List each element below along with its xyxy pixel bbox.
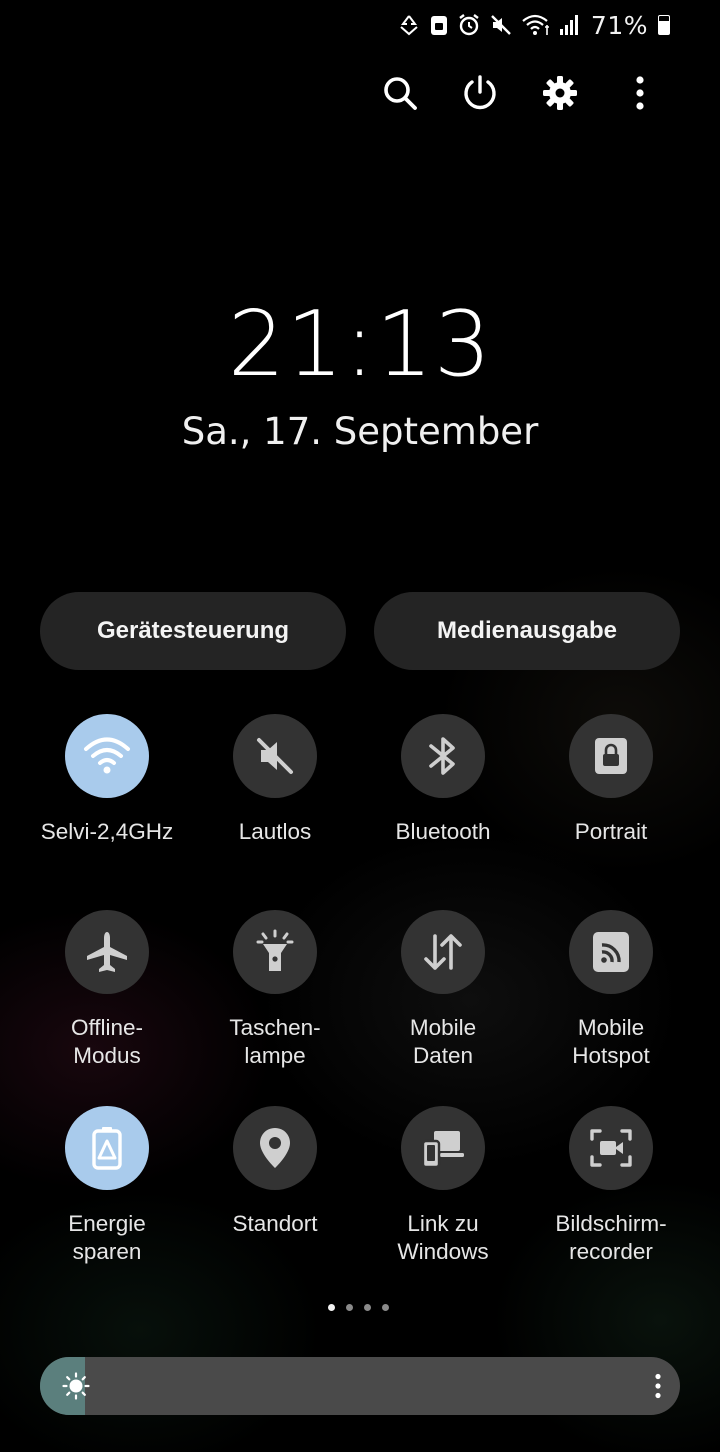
alarm-icon <box>459 14 479 36</box>
tile-portrait-label: Portrait <box>574 819 648 844</box>
tile-mute-button[interactable] <box>233 714 317 798</box>
sync-icon <box>400 15 418 36</box>
sun-icon <box>62 1372 90 1400</box>
tile-wifi-label: Selvi-2,4GHz <box>40 819 174 844</box>
brightness-more-icon[interactable] <box>654 1373 662 1399</box>
page-indicator[interactable] <box>328 1304 389 1311</box>
tile-mute-label: Lautlos <box>238 819 312 844</box>
hotspot-icon <box>593 932 629 972</box>
tile-flashlight-label: Taschen- lampe <box>229 1015 321 1068</box>
page-dot-4[interactable] <box>382 1304 389 1311</box>
power-button[interactable] <box>457 70 503 116</box>
tile-screen-recorder-button[interactable] <box>569 1106 653 1190</box>
tile-hotspot-label: Mobile Hotspot <box>572 1015 650 1068</box>
search-icon <box>384 77 417 110</box>
tile-power-saving-button[interactable] <box>65 1106 149 1190</box>
tile-mobile-data-label: Mobile Daten <box>409 1015 477 1068</box>
airplane-icon <box>87 932 127 972</box>
power-saving-icon <box>92 1127 122 1170</box>
tile-wifi[interactable]: Selvi-2,4GHz <box>23 714 191 846</box>
rotation-lock-icon <box>595 738 627 774</box>
mute-icon <box>491 15 511 35</box>
tile-hotspot[interactable]: Mobile Hotspot <box>527 910 695 1070</box>
wifi-icon <box>84 737 130 774</box>
tile-mobile-data-button[interactable] <box>401 910 485 994</box>
tile-location-button[interactable] <box>233 1106 317 1190</box>
tile-power-saving[interactable]: Energie sparen <box>23 1106 191 1266</box>
tile-power-saving-label: Energie sparen <box>68 1211 146 1264</box>
link-to-windows-icon <box>421 1131 464 1169</box>
screen-recorder-icon <box>590 1129 632 1167</box>
status-bar: 71% <box>397 8 670 42</box>
mobile-data-icon <box>424 934 462 970</box>
settings-button[interactable] <box>537 70 583 116</box>
tile-airplane-button[interactable] <box>65 910 149 994</box>
tile-mute[interactable]: Lautlos <box>191 714 359 846</box>
settings-icon <box>543 76 577 110</box>
media-output-button[interactable]: Medienausgabe <box>374 592 680 670</box>
page-dot-1[interactable] <box>328 1304 335 1311</box>
battery-percent: 71% <box>590 10 648 40</box>
tile-portrait-button[interactable] <box>569 714 653 798</box>
tile-mobile-data[interactable]: Mobile Daten <box>359 910 527 1070</box>
tile-wifi-button[interactable] <box>65 714 149 798</box>
device-control-button[interactable]: Gerätesteuerung <box>40 592 346 670</box>
battery-icon <box>658 15 670 35</box>
signal-icon <box>559 15 578 35</box>
tile-airplane[interactable]: Offline- Modus <box>23 910 191 1070</box>
mute-icon <box>257 738 293 774</box>
more-options-button[interactable] <box>617 70 663 116</box>
location-icon <box>260 1128 290 1168</box>
tile-screen-recorder-label: Bildschirm- recorder <box>555 1211 667 1264</box>
tile-link-to-windows-label: Link zu Windows <box>397 1211 489 1264</box>
clock-time[interactable]: 21:13 <box>0 292 720 397</box>
page-dot-3[interactable] <box>364 1304 371 1311</box>
tile-location-label: Standort <box>232 1211 318 1236</box>
search-button[interactable] <box>377 70 423 116</box>
more-vert-icon <box>636 76 644 110</box>
tile-portrait[interactable]: Portrait <box>527 714 695 846</box>
wifi-calling-icon <box>522 14 549 35</box>
tile-link-to-windows-button[interactable] <box>401 1106 485 1190</box>
power-icon <box>464 75 496 110</box>
tile-bluetooth[interactable]: Bluetooth <box>359 714 527 846</box>
tile-bluetooth-button[interactable] <box>401 714 485 798</box>
tile-airplane-label: Offline- Modus <box>70 1015 144 1068</box>
flashlight-icon <box>256 929 294 971</box>
bluetooth-icon <box>429 737 455 775</box>
clock-date[interactable]: Sa., 17. September <box>0 410 720 453</box>
brightness-slider[interactable] <box>40 1357 680 1415</box>
page-dot-2[interactable] <box>346 1304 353 1311</box>
tile-flashlight[interactable]: Taschen- lampe <box>191 910 359 1070</box>
tile-hotspot-button[interactable] <box>569 910 653 994</box>
tile-link-to-windows[interactable]: Link zu Windows <box>359 1106 527 1266</box>
tile-flashlight-button[interactable] <box>233 910 317 994</box>
tile-location[interactable]: Standort <box>191 1106 359 1238</box>
tile-bluetooth-label: Bluetooth <box>395 819 491 844</box>
tile-screen-recorder[interactable]: Bildschirm- recorder <box>527 1106 695 1266</box>
lock-badge-icon <box>430 16 447 35</box>
